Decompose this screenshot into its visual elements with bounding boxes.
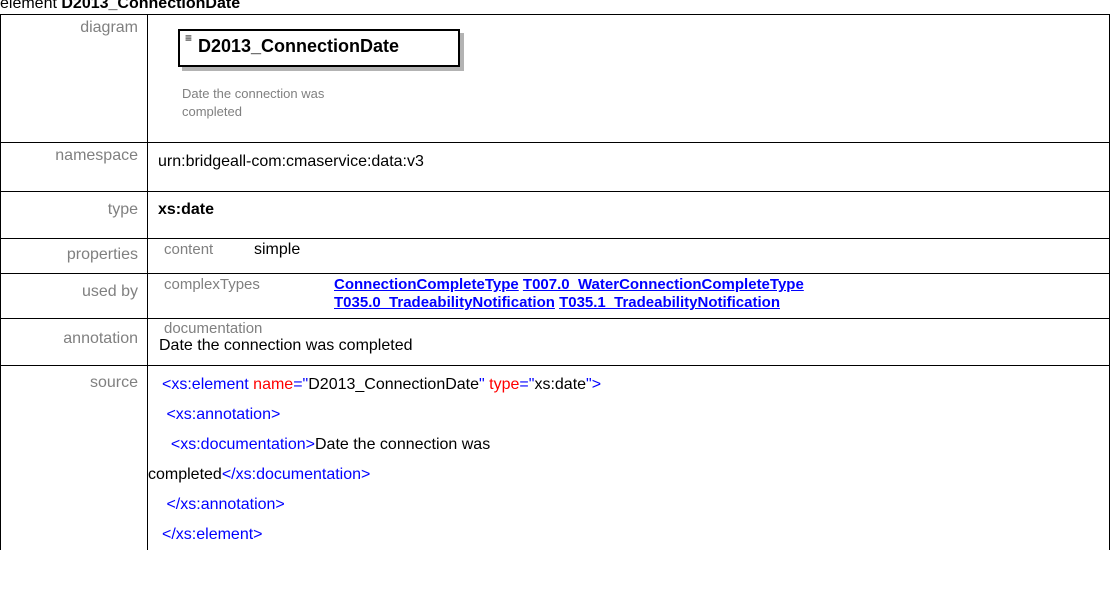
label-type: type xyxy=(0,191,148,239)
label-properties: properties xyxy=(0,238,148,274)
label-annotation: annotation xyxy=(0,318,148,366)
row-namespace: namespace urn:bridgeall-com:cmaservice:d… xyxy=(0,142,1110,192)
property-row: content simple xyxy=(148,241,1109,259)
used-by-links: ConnectionCompleteType T007.0_WaterConne… xyxy=(334,276,804,312)
annotation-key: documentation xyxy=(164,320,263,337)
row-type: type xs:date xyxy=(0,191,1110,239)
src-eq-1: =" xyxy=(293,376,309,393)
row-properties: properties content simple xyxy=(0,238,1110,274)
used-by-cell: complexTypes ConnectionCompleteType T007… xyxy=(147,273,1110,319)
src-doc-text-1: Date the connection was xyxy=(314,436,491,453)
src-tag-element-close: </xs:element> xyxy=(162,526,263,543)
heading-prefix: element xyxy=(0,0,57,12)
src-attr-type: type xyxy=(489,376,520,393)
properties-cell: content simple xyxy=(147,238,1110,274)
row-used-by: used by complexTypes ConnectionCompleteT… xyxy=(0,273,1110,319)
src-tag-element-open: <xs:element xyxy=(162,376,249,393)
annotation-cell: documentation Date the connection was co… xyxy=(147,318,1110,366)
element-box-name: D2013_ConnectionDate xyxy=(198,36,400,56)
property-key: content xyxy=(164,241,214,258)
src-attr-name: name xyxy=(253,376,294,393)
diagram-note-line2: completed xyxy=(182,104,242,119)
label-used-by: used by xyxy=(0,273,148,319)
src-val-name: D2013_ConnectionDate xyxy=(308,376,480,393)
label-namespace: namespace xyxy=(0,142,148,192)
diagram-note: Date the connection was completed xyxy=(182,85,382,121)
diagram-cell: ≡ D2013_ConnectionDate Date the connecti… xyxy=(147,14,1110,143)
page-heading: element D2013_ConnectionDate xyxy=(0,0,240,14)
source-line-4: completed</xs:documentation> xyxy=(148,460,1109,490)
link-t007-water-connection-complete-type[interactable]: T007.0_WaterConnectionCompleteType xyxy=(523,276,804,293)
used-by-key: complexTypes xyxy=(164,276,260,293)
property-value: simple xyxy=(254,241,301,258)
link-t035-1-tradeability-notification[interactable]: T035.1_TradeabilityNotification xyxy=(559,294,780,311)
src-eq-2: =" xyxy=(519,376,535,393)
src-val-type: xs:date xyxy=(534,376,587,393)
type-value: xs:date xyxy=(147,191,1110,239)
annotation-value: Date the connection was completed xyxy=(159,337,413,354)
source-line-3: <xs:documentation>Date the connection wa… xyxy=(162,430,1109,460)
source-line-2: <xs:annotation> xyxy=(162,400,1109,430)
src-quote-1: " xyxy=(479,376,485,393)
source-line-5: </xs:annotation> xyxy=(162,490,1109,520)
src-tag-documentation-close: </xs:documentation> xyxy=(221,466,371,483)
element-content-icon: ≡ xyxy=(185,31,193,45)
row-diagram: diagram ≡ D2013_ConnectionDate Date the … xyxy=(0,14,1110,143)
source-line-6: </xs:element> xyxy=(162,520,1109,550)
row-source: source <xs:element name="D2013_Connectio… xyxy=(0,365,1110,550)
used-by-row: complexTypes ConnectionCompleteType T007… xyxy=(148,276,1109,312)
link-connection-complete-type[interactable]: ConnectionCompleteType xyxy=(334,276,519,293)
source-line-1: <xs:element name="D2013_ConnectionDate" … xyxy=(162,370,1109,400)
src-tag-annotation-close: </xs:annotation> xyxy=(166,496,285,513)
diagram-note-line1: Date the connection was xyxy=(182,86,325,101)
label-source: source xyxy=(0,365,148,550)
element-doc-table: diagram ≡ D2013_ConnectionDate Date the … xyxy=(0,14,1110,550)
src-tag-annotation-open: <xs:annotation> xyxy=(166,406,281,423)
element-box[interactable]: ≡ D2013_ConnectionDate xyxy=(178,29,460,67)
source-code: <xs:element name="D2013_ConnectionDate" … xyxy=(147,365,1110,550)
row-annotation: annotation documentation Date the connec… xyxy=(0,318,1110,366)
link-t035-0-tradeability-notification[interactable]: T035.0_TradeabilityNotification xyxy=(334,294,555,311)
namespace-value: urn:bridgeall-com:cmaservice:data:v3 xyxy=(147,142,1110,192)
src-doc-text-2: completed xyxy=(148,466,222,483)
heading-element-name: D2013_ConnectionDate xyxy=(61,0,241,12)
diagram-area: ≡ D2013_ConnectionDate Date the connecti… xyxy=(148,15,1109,140)
src-tag-documentation-open: <xs:documentation> xyxy=(170,436,315,453)
src-close-1: "> xyxy=(586,376,602,393)
label-diagram: diagram xyxy=(0,14,148,143)
